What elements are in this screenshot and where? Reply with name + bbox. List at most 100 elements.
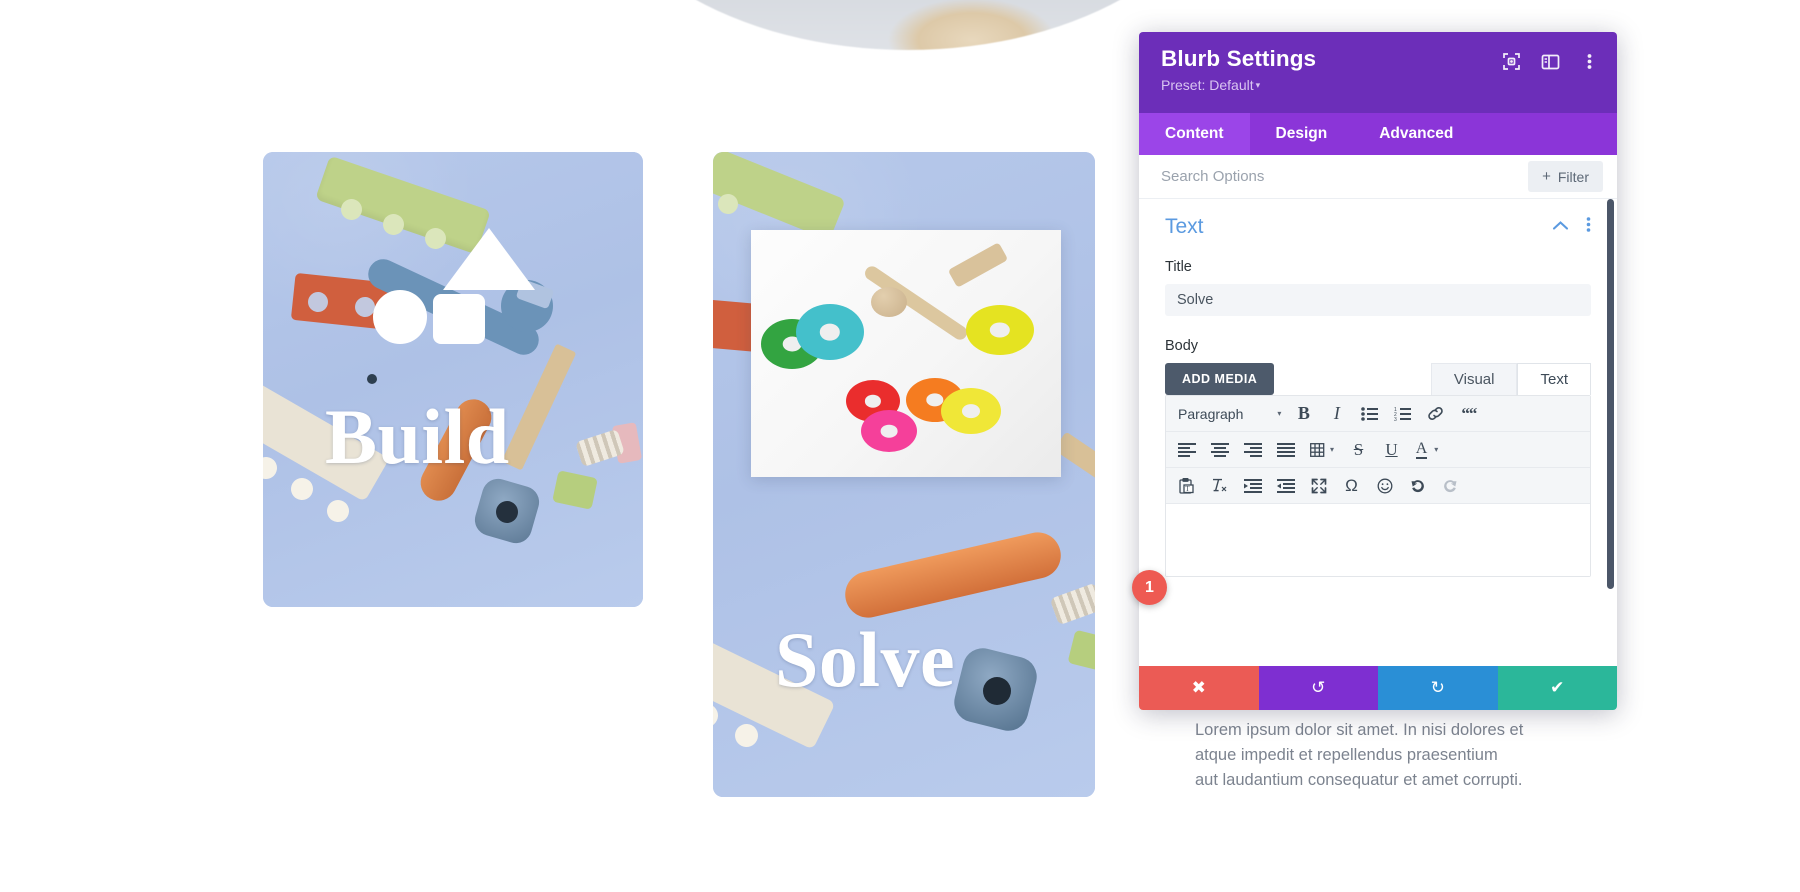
panel-tabs: Content Design Advanced <box>1139 113 1617 155</box>
page-canvas: Build Solve Lorem ipsum dolor sit amet. … <box>0 0 1800 892</box>
nut-hole <box>496 501 518 523</box>
tab-content[interactable]: Content <box>1139 113 1250 155</box>
more-vertical-icon[interactable] <box>1580 52 1599 71</box>
blurb-card-build[interactable]: Build <box>263 152 643 607</box>
ring-teal <box>796 304 864 360</box>
toy-orange-handle <box>840 527 1066 623</box>
chevron-down-icon: ▾ <box>1277 409 1282 418</box>
ring-yellow <box>941 388 1001 434</box>
underline-icon[interactable]: U <box>1375 436 1408 463</box>
bullet-list-icon[interactable] <box>1353 400 1386 427</box>
add-media-button[interactable]: ADD MEDIA <box>1165 363 1275 395</box>
top-decorative-photo <box>588 0 1228 50</box>
redo-button[interactable]: ↻ <box>1378 666 1498 710</box>
align-left-icon[interactable] <box>1170 436 1203 463</box>
build-card-photo <box>263 152 643 607</box>
plank-hole <box>263 452 282 484</box>
svg-text:3: 3 <box>1394 417 1397 421</box>
plank-hole <box>322 495 354 527</box>
editor-toolbar-row-3: T Ω <box>1166 468 1590 504</box>
paste-as-text-icon[interactable]: T <box>1170 472 1203 499</box>
wysiwyg-editor[interactable]: Paragraph ▾ B I 1 2 3 ““ ▾ S U A ▾ T Ω <box>1165 395 1591 577</box>
plank-hole <box>286 473 318 505</box>
blockquote-icon[interactable]: ““ <box>1452 400 1485 427</box>
clear-formatting-icon[interactable] <box>1203 472 1236 499</box>
cancel-button[interactable]: ✖ <box>1139 666 1259 710</box>
redo-icon[interactable] <box>1434 472 1467 499</box>
tab-design[interactable]: Design <box>1250 113 1354 155</box>
format-select[interactable]: Paragraph ▾ <box>1170 406 1287 422</box>
fullscreen-icon[interactable] <box>1302 472 1335 499</box>
ring-yellow-right <box>966 305 1034 355</box>
toy-green-nut <box>1067 629 1095 673</box>
bold-icon[interactable]: B <box>1287 400 1320 427</box>
body-editor-toprow: ADD MEDIA Visual Text <box>1165 363 1591 395</box>
undo-button[interactable]: ↺ <box>1258 666 1378 710</box>
step-badge: 1 <box>1132 570 1167 605</box>
filter-label: Filter <box>1557 168 1589 185</box>
body-textarea[interactable] <box>1166 504 1590 576</box>
chevron-down-icon: ▾ <box>1434 445 1439 454</box>
text-section-header: Text <box>1165 215 1591 239</box>
shape-square <box>433 294 485 344</box>
panel-footer-actions: ✖ ↺ ↻ ✔ <box>1139 666 1617 710</box>
ring-pink <box>861 410 917 452</box>
shape-triangle <box>443 228 535 290</box>
numbered-list-icon[interactable]: 1 2 3 <box>1386 400 1419 427</box>
focus-frame-icon[interactable] <box>1502 52 1521 71</box>
undo-icon[interactable] <box>1401 472 1434 499</box>
indent-icon[interactable] <box>1269 472 1302 499</box>
plus-icon: + <box>1542 168 1551 185</box>
blurb-body-text: Lorem ipsum dolor sit amet. In nisi dolo… <box>1195 721 1524 789</box>
align-center-icon[interactable] <box>1203 436 1236 463</box>
blurb-card-solve[interactable]: Solve <box>713 152 1095 797</box>
card-title-solve: Solve <box>775 616 956 703</box>
link-icon[interactable] <box>1419 400 1452 427</box>
save-button[interactable]: ✔ <box>1497 666 1617 710</box>
tab-advanced[interactable]: Advanced <box>1353 113 1479 155</box>
align-justify-icon[interactable] <box>1269 436 1302 463</box>
section-title-text: Text <box>1165 215 1204 238</box>
panel-preset-selector[interactable]: Preset: Default ▾ <box>1161 77 1595 93</box>
table-icon[interactable]: ▾ <box>1302 436 1342 463</box>
editor-toolbar-row-2: ▾ S U A ▾ <box>1166 432 1590 468</box>
align-right-icon[interactable] <box>1236 436 1269 463</box>
more-vertical-icon[interactable] <box>1586 216 1591 238</box>
filter-button[interactable]: + Filter <box>1528 161 1603 192</box>
chevron-down-icon: ▾ <box>1255 80 1261 90</box>
panel-layout-icon[interactable] <box>1541 52 1560 71</box>
nut-hole <box>983 677 1011 705</box>
options-scroll-area: Text Title Solve Body ADD MEDIA Visual T… <box>1139 199 1617 587</box>
tab-text[interactable]: Text <box>1517 363 1591 395</box>
panel-header-actions <box>1502 52 1599 71</box>
title-field-label: Title <box>1165 259 1192 275</box>
preset-label: Preset: Default <box>1161 77 1254 93</box>
outdent-icon[interactable] <box>1236 472 1269 499</box>
card-title-build: Build <box>325 393 510 480</box>
editor-toolbar-row-1: Paragraph ▾ B I 1 2 3 ““ <box>1166 396 1590 432</box>
text-color-icon[interactable]: A ▾ <box>1408 436 1446 463</box>
chevron-down-icon: ▾ <box>1329 445 1334 454</box>
body-field-label: Body <box>1165 338 1199 354</box>
title-input[interactable]: Solve <box>1165 284 1591 316</box>
svg-text:T: T <box>1185 485 1190 493</box>
mallet-head <box>947 242 1009 288</box>
solve-inner-image <box>751 230 1061 477</box>
tab-visual[interactable]: Visual <box>1430 363 1518 395</box>
editor-mode-tabs: Visual Text <box>1430 363 1591 395</box>
chevron-up-icon[interactable] <box>1552 218 1569 236</box>
blurb-settings-panel[interactable]: Blurb Settings Preset: Default ▾ Content… <box>1139 32 1617 710</box>
search-input[interactable]: Search Options <box>1161 168 1264 185</box>
strikethrough-icon[interactable]: S <box>1342 436 1375 463</box>
special-character-icon[interactable]: Ω <box>1335 472 1368 499</box>
shape-circle <box>373 290 427 344</box>
wooden-ball <box>871 287 907 317</box>
format-select-label: Paragraph <box>1178 405 1244 422</box>
italic-icon[interactable]: I <box>1320 400 1353 427</box>
wrench-pivot <box>367 374 377 384</box>
plank-hole <box>731 720 762 751</box>
emoji-icon[interactable] <box>1368 472 1401 499</box>
toy-green-nut <box>552 470 598 510</box>
panel-body: Text Title Solve Body ADD MEDIA Visual T… <box>1139 199 1617 666</box>
panel-scrollbar[interactable] <box>1607 199 1614 589</box>
